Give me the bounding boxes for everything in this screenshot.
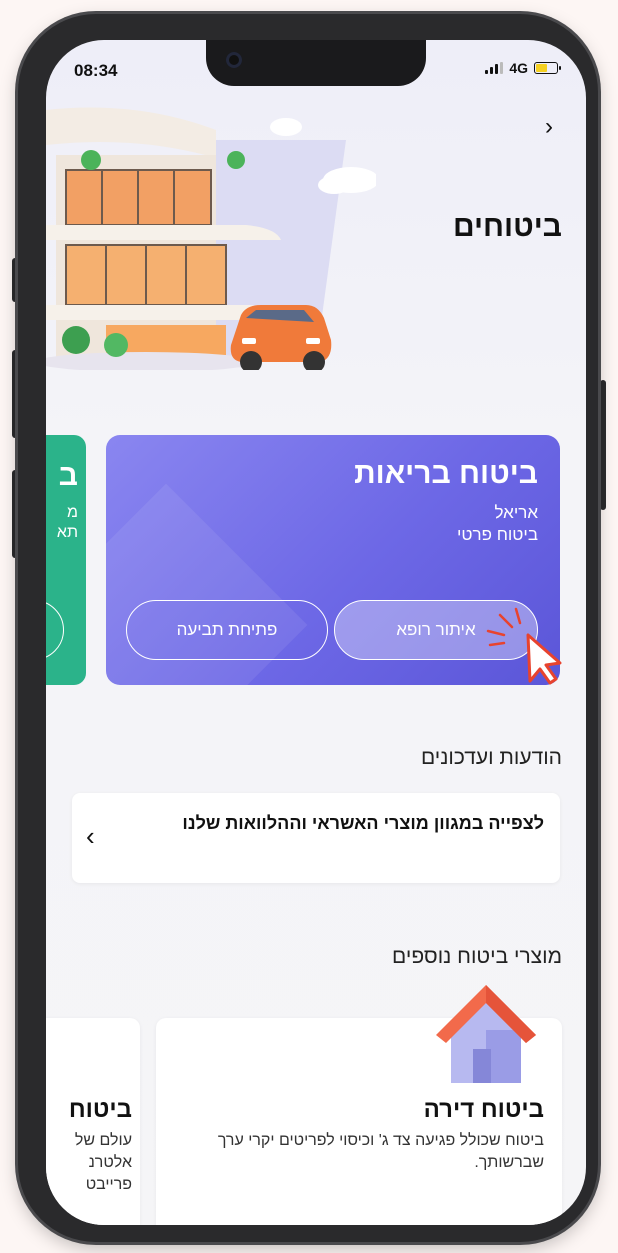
network-label: 4G <box>509 60 528 76</box>
policy-card-line2: תא <box>56 524 78 541</box>
status-time: 08:34 <box>74 61 118 80</box>
notch <box>206 40 426 86</box>
policy-type: ביטוח פרטי <box>457 525 538 544</box>
notice-text: לצפייה במגוון מוצרי האשראי וההלוואות שלנ… <box>182 813 544 833</box>
chevron-left-icon: ‹ <box>86 821 95 851</box>
tap-cursor-icon <box>486 607 562 685</box>
notice-item[interactable]: לצפייה במגוון מוצרי האשראי וההלוואות שלנ… <box>72 793 560 883</box>
policy-card-subtitle: מ תא <box>57 503 78 543</box>
signal-icon <box>485 62 504 74</box>
policy-insurer: אריאל <box>494 503 538 522</box>
product-description: ביטוח שכולל פגיעה צד ג' וכיסוי לפריטים י… <box>217 1132 544 1171</box>
status-indicators: 4G <box>485 60 561 76</box>
open-claim-button[interactable]: פתיחת תביעה <box>126 600 328 660</box>
policy-card-line1: מ <box>67 504 78 521</box>
product-card-partial[interactable]: ביטוח עולם של אלטרנ פרייבט <box>46 1018 140 1225</box>
power-button <box>600 380 606 510</box>
policy-card-title: ב <box>58 459 78 492</box>
notices-title: הודעות ועדכונים <box>420 746 562 769</box>
page-title: ביטוחים <box>452 210 562 243</box>
policy-card-partial[interactable]: ב מ תא <box>46 435 86 685</box>
battery-icon <box>534 62 561 74</box>
policy-card-title: ביטוח בריאות <box>354 457 538 490</box>
product-description: עולם של אלטרנ פרייבט <box>74 1132 132 1193</box>
back-chevron-icon[interactable]: › <box>536 113 562 140</box>
product-title: ביטוח דירה <box>423 1096 544 1123</box>
app-screen: 08:34 4G › ביטוחים ב מ תא ביטוח בריאות א… <box>46 40 586 1225</box>
camera-icon <box>226 52 242 68</box>
policy-card-button[interactable] <box>46 600 64 660</box>
house-icon <box>436 985 536 1083</box>
more-products-title: מוצרי ביטוח נוספים <box>392 945 562 968</box>
car-icon <box>230 305 332 370</box>
house-and-car-illustration <box>46 107 376 370</box>
product-title: ביטוח <box>68 1096 132 1123</box>
